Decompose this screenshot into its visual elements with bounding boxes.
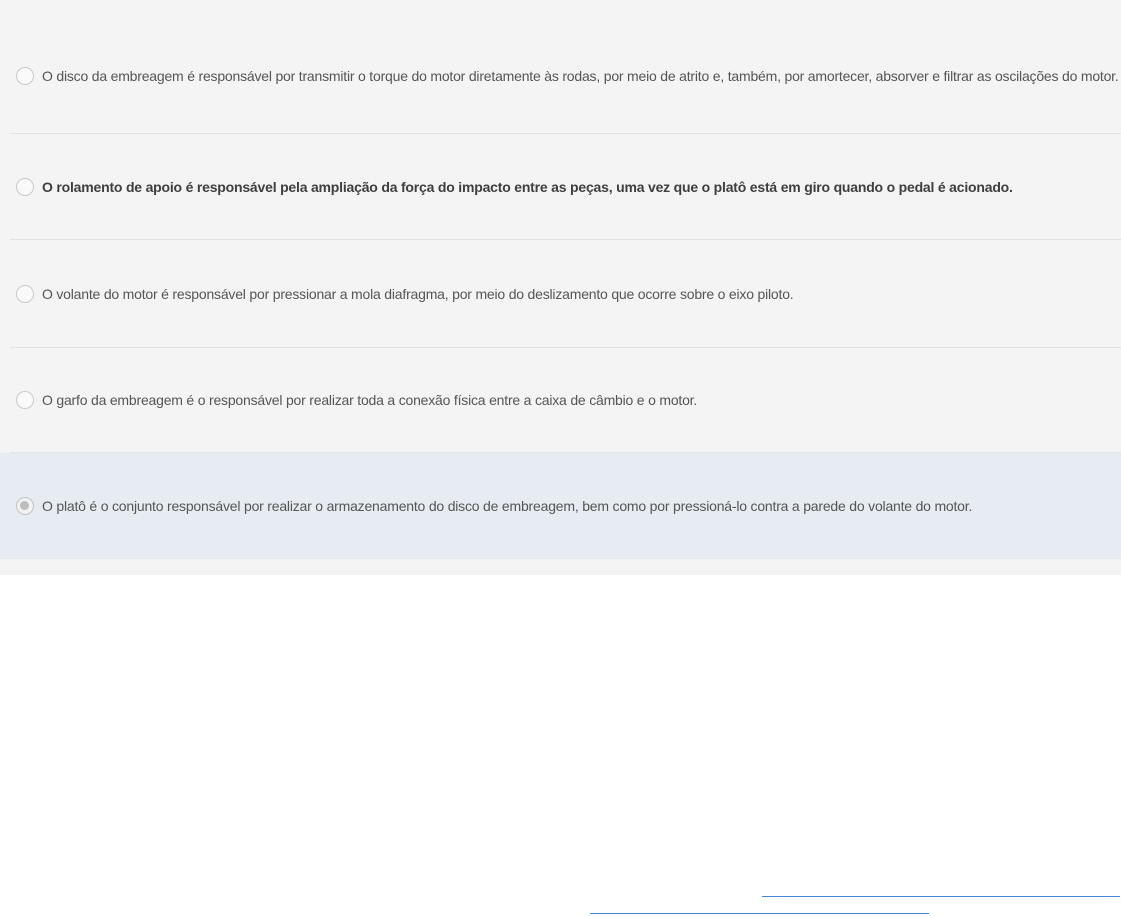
answer-option-c[interactable]: O volante do motor é responsável por pre… (0, 240, 1121, 347)
answer-option-e-text: O platô é o conjunto responsável por rea… (42, 498, 973, 514)
answer-option-b[interactable]: O rolamento de apoio é responsável pela … (0, 134, 1121, 239)
answer-option-d[interactable]: O garfo da embreagem é o responsável por… (0, 348, 1121, 452)
radio-button-e[interactable] (16, 497, 34, 515)
answer-option-d-text: O garfo da embreagem é o responsável por… (42, 392, 698, 408)
radio-button-a[interactable] (16, 66, 34, 85)
link-underline[interactable] (590, 913, 929, 914)
radio-button-c[interactable] (16, 284, 34, 303)
answer-option-a[interactable]: O disco da embreagem é responsável por t… (0, 18, 1121, 133)
answer-option-e[interactable]: O platô é o conjunto responsável por rea… (0, 453, 1121, 559)
radio-button-d[interactable] (16, 391, 34, 409)
link-underline[interactable] (762, 896, 1120, 897)
answer-options-panel: O disco da embreagem é responsável por t… (0, 0, 1121, 575)
answer-option-a-text: O disco da embreagem é responsável por t… (42, 67, 1119, 84)
radio-button-b[interactable] (16, 177, 34, 196)
answer-option-b-text: O rolamento de apoio é responsável pela … (42, 178, 1013, 195)
page: O disco da embreagem é responsável por t… (0, 0, 1121, 916)
answer-option-c-text: O volante do motor é responsável por pre… (42, 285, 794, 302)
